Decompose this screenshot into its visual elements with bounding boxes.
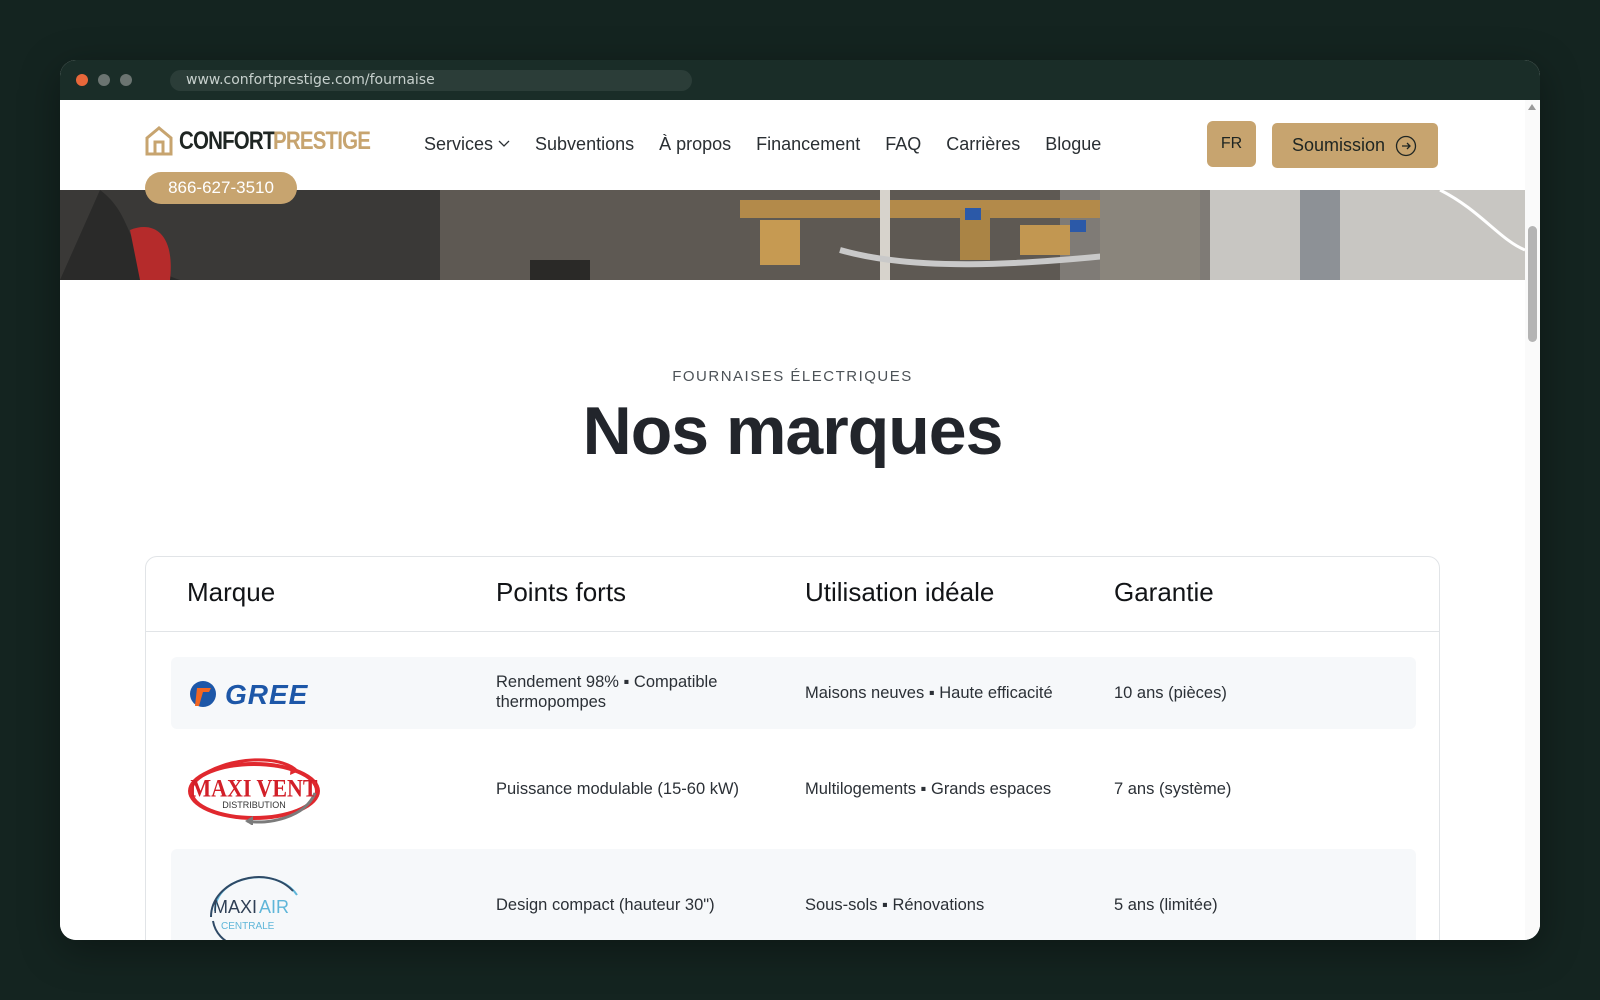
nav-item-financement[interactable]: Financement <box>756 134 860 155</box>
maxi-air-subtitle: CENTRALE <box>221 921 275 932</box>
maxi-air-wordmark-air: AIR <box>259 897 289 917</box>
scrollbar-thumb[interactable] <box>1528 226 1537 342</box>
maxi-vent-subtitle: DISTRIBUTION <box>222 800 286 810</box>
maxi-air-logo-icon: MAXI AIR CENTRALE <box>210 876 298 940</box>
soumission-label: Soumission <box>1292 135 1386 155</box>
nav-item-blogue[interactable]: Blogue <box>1045 134 1101 155</box>
maxi-vent-logo: MAXI VENT DISTRIBUTION <box>187 753 322 826</box>
ideal-use-cell: Sous-sols ▪ Rénovations <box>805 896 985 914</box>
nav-item-label: Services <box>424 133 494 154</box>
column-header-garantie: Garantie <box>1114 577 1214 607</box>
nav-item-services[interactable]: Services <box>424 134 510 155</box>
maxi-air-logo: MAXI AIR CENTRALE <box>207 865 307 940</box>
gree-wordmark: GREE <box>225 680 309 708</box>
page-viewport: CONFORT PRESTIGE Services Subventions À … <box>60 100 1540 940</box>
table-row: GREE Rendement 98% ▪ Compatible thermopo… <box>171 657 1416 729</box>
gree-logo-icon: GREE <box>190 679 309 710</box>
close-window-button[interactable] <box>76 74 88 86</box>
main-nav: Services Subventions À propos Financemen… <box>424 133 1126 155</box>
nav-item-carrieres[interactable]: Carrières <box>946 134 1020 155</box>
arrow-circle-icon <box>1395 135 1417 156</box>
nav-item-a-propos[interactable]: À propos <box>659 134 731 155</box>
language-button[interactable]: FR <box>1207 121 1256 167</box>
phone-button[interactable]: 866-627-3510 <box>145 172 297 204</box>
logo-text-confort: CONFORT <box>179 126 275 155</box>
maxi-vent-wordmark: MAXI VENT <box>190 775 317 803</box>
nav-item-faq[interactable]: FAQ <box>885 134 921 155</box>
minimize-window-button[interactable] <box>98 74 110 86</box>
table-row: MAXI VENT DISTRIBUTION Puissance modulab… <box>171 753 1416 826</box>
strengths-cell: Puissance modulable (15-60 kW) <box>496 780 740 798</box>
warranty-cell: 7 ans (système) <box>1114 780 1232 798</box>
strengths-cell: Rendement 98% ▪ Compatible thermopompes <box>496 673 718 711</box>
maxi-vent-logo-icon: MAXI VENT DISTRIBUTION <box>188 758 320 826</box>
warranty-cell: 5 ans (limitée) <box>1114 896 1218 914</box>
brands-table: Marque Points forts Utilisation idéale G… <box>145 556 1440 940</box>
strengths-cell: Design compact (hauteur 30") <box>496 896 715 914</box>
browser-window: www.confortprestige.com/fournaise CONFOR… <box>60 60 1540 940</box>
scroll-up-icon[interactable] <box>1528 104 1536 110</box>
logo-text-prestige: PRESTIGE <box>272 126 371 155</box>
ideal-use-cell: Maisons neuves ▪ Haute efficacité <box>805 684 1053 702</box>
table-header: Marque Points forts Utilisation idéale G… <box>146 557 1439 632</box>
address-bar[interactable]: www.confortprestige.com/fournaise <box>170 70 692 91</box>
nav-item-subventions[interactable]: Subventions <box>535 134 634 155</box>
maximize-window-button[interactable] <box>120 74 132 86</box>
column-header-points-forts: Points forts <box>496 577 627 607</box>
ideal-use-cell: Multilogements ▪ Grands espaces <box>805 780 1052 798</box>
gree-logo: GREE <box>187 679 322 710</box>
section-title: Nos marques <box>582 393 1004 469</box>
soumission-button[interactable]: Soumission <box>1272 123 1438 168</box>
column-header-marque: Marque <box>187 577 276 607</box>
logo[interactable]: CONFORT PRESTIGE <box>145 126 391 156</box>
table-row: MAXI AIR CENTRALE Design compact (hauteu… <box>171 849 1416 940</box>
warranty-cell: 10 ans (pièces) <box>1114 684 1227 702</box>
section-eyebrow: FOURNAISES ÉLECTRIQUES <box>672 368 913 385</box>
maxi-air-wordmark-maxi: MAXI <box>213 897 257 917</box>
column-header-utilisation: Utilisation idéale <box>805 577 995 607</box>
house-icon <box>145 126 173 156</box>
browser-titlebar: www.confortprestige.com/fournaise <box>60 60 1540 100</box>
chevron-down-icon <box>498 140 510 147</box>
